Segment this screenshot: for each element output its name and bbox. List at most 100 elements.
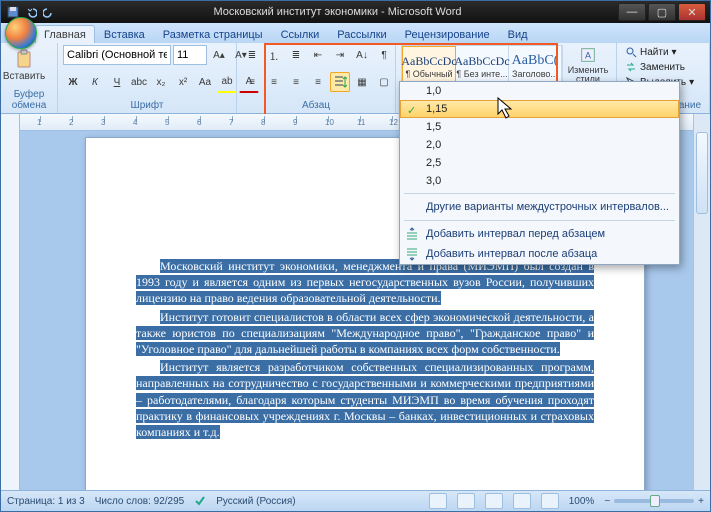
paragraph-3[interactable]: Институт является разработчиком собствен… [136, 360, 594, 439]
ruler-tick-label: 1 [37, 118, 41, 127]
style-heading[interactable]: AaBbC( Заголово... [509, 46, 562, 86]
ruler-tick-label: 3 [101, 118, 105, 127]
view-print-layout[interactable] [429, 493, 447, 509]
align-center-icon[interactable]: ≡ [264, 72, 284, 92]
office-button[interactable] [5, 17, 37, 49]
spacing-option-1-5[interactable]: 1,5 [400, 118, 679, 136]
group-clipboard: Вставить Буфер обмена [1, 43, 58, 113]
svg-text:A: A [585, 51, 591, 61]
spacing-option-2-5[interactable]: 2,5 [400, 154, 679, 172]
view-full-screen[interactable] [457, 493, 475, 509]
highlight-icon[interactable]: ab [217, 72, 237, 93]
spacing-option-1-0[interactable]: 1,0 [400, 82, 679, 100]
align-right-icon[interactable]: ≡ [286, 72, 306, 92]
more-spacing-options[interactable]: Другие варианты междустрочных интервалов… [400, 197, 679, 217]
close-button[interactable]: ✕ [678, 3, 706, 21]
redo-icon[interactable] [41, 4, 57, 20]
strike-icon[interactable]: abc [129, 72, 149, 92]
find-button[interactable]: Найти ▾ [622, 45, 704, 59]
ruler-tick-label: 11 [357, 118, 365, 127]
ribbon-tabs: Главная Вставка Разметка страницы Ссылки… [1, 23, 710, 43]
scrollbar-thumb[interactable] [696, 132, 708, 214]
italic-icon[interactable]: К [85, 72, 105, 92]
paste-label: Вставить [3, 71, 45, 82]
sort-icon[interactable]: A↓ [352, 45, 372, 65]
group-font-title: Шрифт [63, 99, 231, 113]
bold-icon[interactable]: Ж [63, 72, 83, 92]
zoom-in-icon[interactable]: + [698, 496, 704, 507]
multilevel-icon[interactable]: ≣ [286, 45, 306, 65]
status-words[interactable]: Число слов: 92/295 [95, 496, 185, 507]
shading-icon[interactable]: ▦ [352, 72, 372, 92]
view-web-layout[interactable] [485, 493, 503, 509]
group-paragraph-title: Абзац [242, 99, 390, 113]
indent-right-icon[interactable]: ⇥ [330, 45, 350, 65]
title-bar: Московский институт экономики - Microsof… [1, 1, 710, 23]
group-paragraph: ≣ ⒈ ≣ ⇤ ⇥ A↓ ¶ ≡ ≡ ≡ ≡ ▦ ▢ Абзац [237, 43, 396, 113]
spacing-option-2-0[interactable]: 2,0 [400, 136, 679, 154]
vertical-ruler [1, 114, 20, 490]
indent-left-icon[interactable]: ⇤ [308, 45, 328, 65]
ruler-tick-label: 5 [165, 118, 169, 127]
tab-home[interactable]: Главная [35, 25, 95, 43]
view-outline[interactable] [513, 493, 531, 509]
group-clipboard-title: Буфер обмена [6, 88, 52, 113]
ruler-tick-label: 8 [261, 118, 265, 127]
style-normal[interactable]: AaBbCcDc ¶ Обычный [402, 46, 456, 86]
zoom-slider[interactable]: − + [604, 496, 704, 507]
spacing-option-1-15[interactable]: ✓1,15 [400, 100, 679, 118]
zoom-thumb[interactable] [650, 495, 660, 507]
numbering-icon[interactable]: ⒈ [264, 45, 284, 65]
quick-access-toolbar [5, 4, 57, 20]
align-left-icon[interactable]: ≡ [242, 72, 262, 92]
spellcheck-icon[interactable] [194, 495, 206, 507]
menu-separator [404, 220, 675, 221]
justify-icon[interactable]: ≡ [308, 72, 328, 92]
ruler-tick-label: 4 [133, 118, 137, 127]
maximize-button[interactable]: ▢ [648, 3, 676, 21]
view-draft[interactable] [541, 493, 559, 509]
ruler-tick-label: 7 [229, 118, 233, 127]
space-after-icon [405, 247, 419, 261]
tab-insert[interactable]: Вставка [95, 25, 154, 43]
replace-icon [625, 61, 637, 73]
tab-view[interactable]: Вид [499, 25, 537, 43]
underline-icon[interactable]: Ч [107, 72, 127, 92]
paragraph-2[interactable]: Институт готовит специалистов в области … [136, 310, 594, 356]
menu-separator [404, 193, 675, 194]
show-marks-icon[interactable]: ¶ [374, 45, 394, 65]
status-page[interactable]: Страница: 1 из 3 [7, 496, 85, 507]
font-family-input[interactable] [63, 45, 171, 65]
add-space-before[interactable]: Добавить интервал перед абзацем [400, 224, 679, 244]
tab-review[interactable]: Рецензирование [396, 25, 499, 43]
ruler-tick-label: 12 [389, 118, 398, 127]
paste-button[interactable]: Вставить [6, 45, 42, 85]
status-language[interactable]: Русский (Россия) [216, 496, 295, 507]
bullets-icon[interactable]: ≣ [242, 45, 262, 65]
window-title: Московский институт экономики - Microsof… [57, 6, 618, 18]
ruler-tick-label: 9 [293, 118, 297, 127]
add-space-after[interactable]: Добавить интервал после абзаца [400, 244, 679, 264]
spacing-option-3-0[interactable]: 3,0 [400, 172, 679, 190]
grow-font-icon[interactable]: A▴ [209, 45, 229, 65]
tab-layout[interactable]: Разметка страницы [154, 25, 272, 43]
vertical-scrollbar[interactable] [693, 114, 710, 490]
paragraph-1[interactable]: Московский институт экономики, менеджмен… [136, 259, 594, 305]
subscript-icon[interactable]: x₂ [151, 72, 171, 92]
replace-button[interactable]: Заменить [622, 60, 704, 74]
find-icon [625, 46, 637, 58]
minimize-button[interactable]: — [618, 3, 646, 21]
ruler-tick-label: 10 [325, 118, 334, 127]
tab-references[interactable]: Ссылки [272, 25, 329, 43]
space-before-icon [405, 227, 419, 241]
borders-icon[interactable]: ▢ [374, 72, 394, 92]
change-styles-button[interactable]: A Изменить стили [565, 45, 611, 85]
style-no-spacing[interactable]: AaBbCcDc ¶ Без инте... [456, 46, 509, 86]
clear-format-icon[interactable]: Aa [195, 72, 215, 92]
zoom-label[interactable]: 100% [569, 496, 595, 507]
superscript-icon[interactable]: x² [173, 72, 193, 92]
tab-mailings[interactable]: Рассылки [328, 25, 395, 43]
zoom-out-icon[interactable]: − [604, 496, 610, 507]
font-size-input[interactable] [173, 45, 207, 65]
line-spacing-button[interactable] [330, 72, 350, 92]
